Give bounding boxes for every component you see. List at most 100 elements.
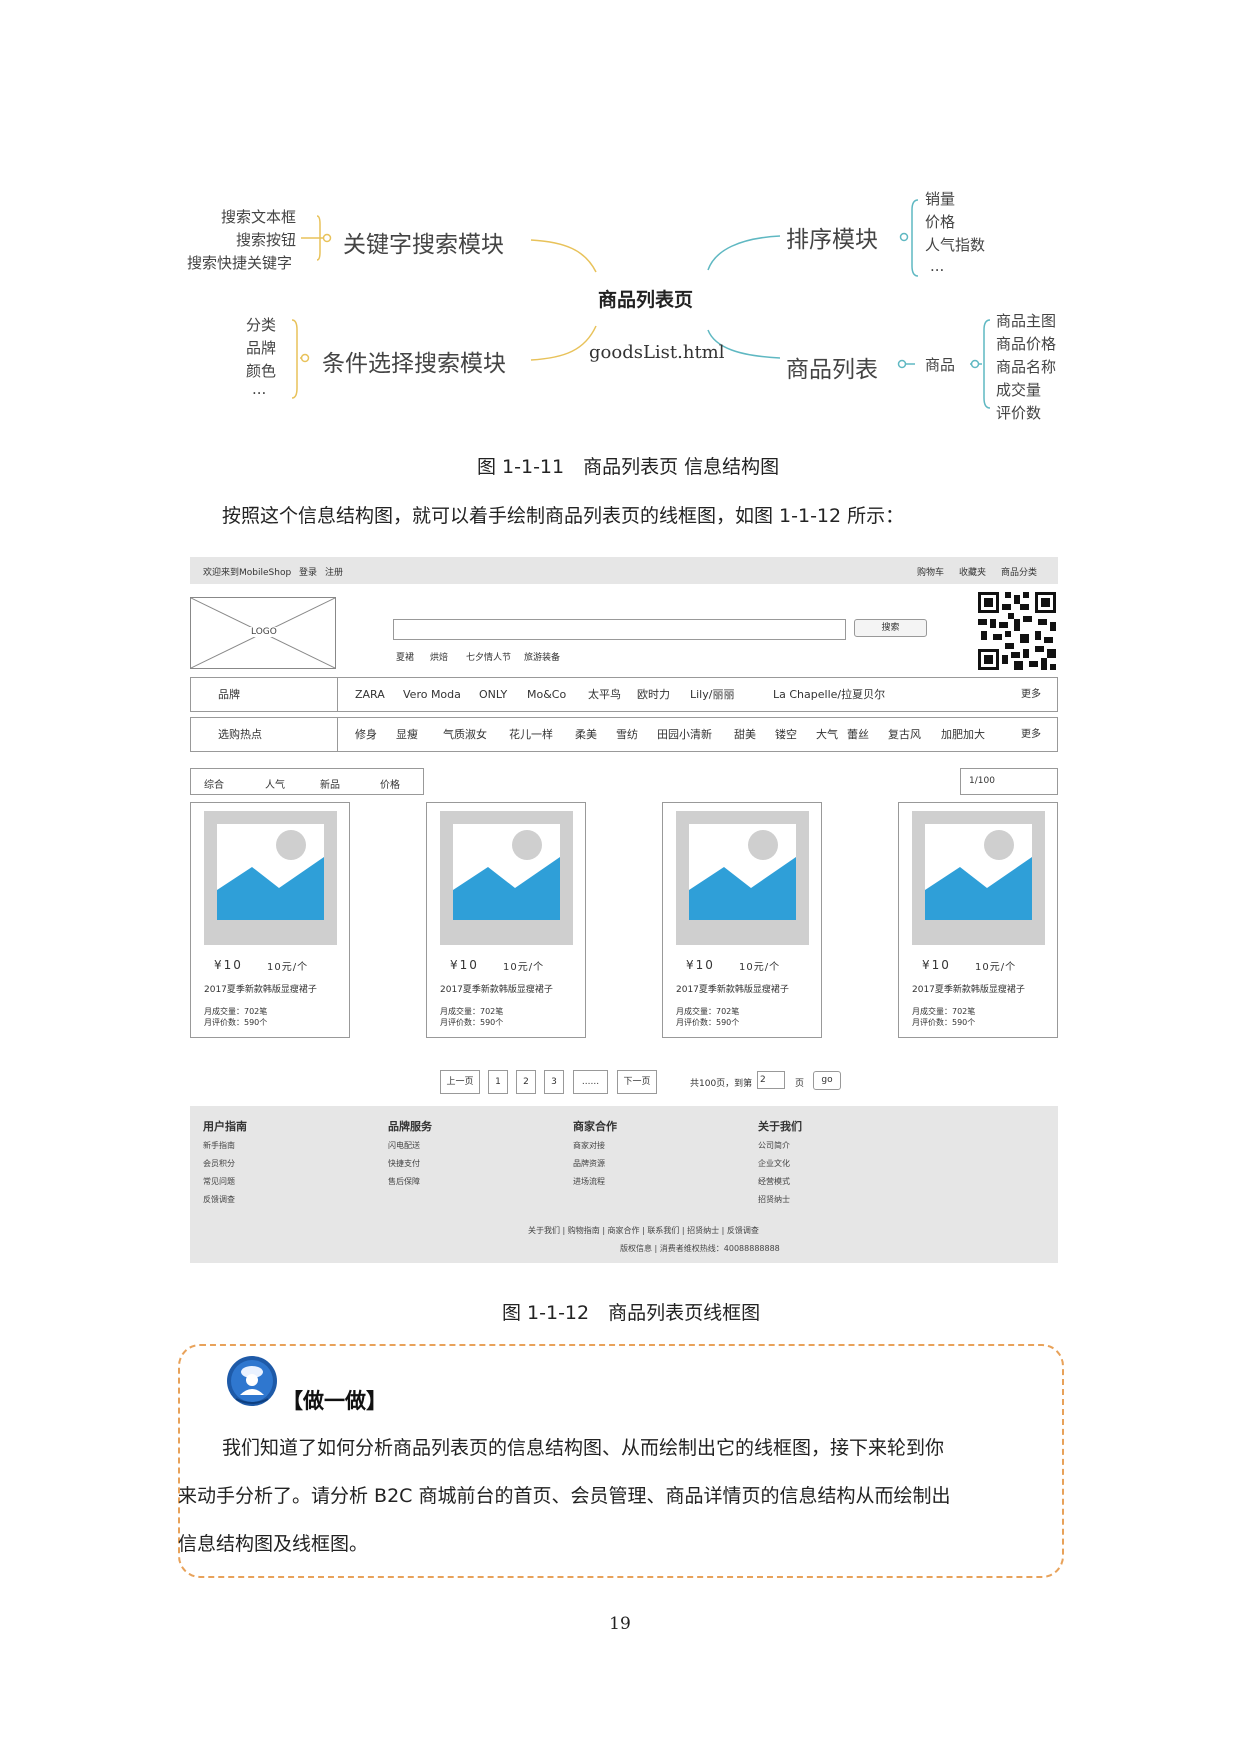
footer-link[interactable]: 经营模式 — [758, 1176, 802, 1194]
footer-links-line[interactable]: 关于我们 | 购物指南 | 商家合作 | 联系我们 | 招贤纳士 | 反馈调查 — [528, 1225, 759, 1236]
product-card[interactable]: ¥10 10元/个 2017夏季新款韩版显瘦裙子 月成交量：702笔 月评价数：… — [426, 802, 586, 1038]
footer-link[interactable]: 公司简介 — [758, 1140, 802, 1158]
sort-option[interactable]: 人气 — [265, 776, 285, 791]
product-title[interactable]: 2017夏季新款韩版显瘦裙子 — [676, 982, 789, 995]
product-price: ¥10 — [214, 958, 243, 972]
product-card[interactable]: ¥10 10元/个 2017夏季新款韩版显瘦裙子 月成交量：702笔 月评价数：… — [190, 802, 350, 1038]
brand-option[interactable]: 太平鸟 — [588, 678, 621, 711]
product-title[interactable]: 2017夏季新款韩版显瘦裙子 — [440, 982, 553, 995]
brand-option[interactable]: Mo&Co — [527, 678, 566, 711]
hot-more-link[interactable]: 更多 — [1021, 718, 1041, 751]
sort-option[interactable]: 价格 — [380, 776, 400, 791]
hot-option[interactable]: 气质淑女 — [443, 718, 487, 751]
qr-code-icon — [978, 592, 1056, 670]
prev-page-button[interactable]: 上一页 — [440, 1070, 480, 1094]
product-price: ¥10 — [686, 958, 715, 972]
mindmap-leaf: ... — [930, 257, 945, 275]
logo-text: LOGO — [249, 627, 279, 637]
footer-link[interactable]: 新手指南 — [203, 1140, 247, 1158]
page-button[interactable]: 2 — [516, 1070, 536, 1094]
footer-column: 品牌服务 闪电配送 快捷支付 售后保障 — [388, 1118, 432, 1194]
hot-option[interactable]: 甜美 — [734, 718, 756, 751]
product-title[interactable]: 2017夏季新款韩版显瘦裙子 — [204, 982, 317, 995]
hot-keyword[interactable]: 七夕情人节 — [466, 650, 511, 663]
hot-option[interactable]: 田园小清新 — [657, 718, 712, 751]
product-sales: 月成交量：702笔 — [204, 1007, 268, 1016]
exercise-line: 信息结构图及线框图。 — [178, 1533, 369, 1555]
go-button[interactable]: go — [813, 1071, 841, 1090]
category-link[interactable]: 商品分类 — [1001, 565, 1037, 578]
mindmap-filename: goodsList.html — [589, 342, 725, 363]
product-sales: 月成交量：702笔 — [676, 1007, 740, 1016]
hot-option[interactable]: 大气 — [816, 718, 838, 751]
mindmap-leaf: 成交量 — [996, 381, 1042, 399]
hot-option[interactable]: 花儿一样 — [509, 718, 553, 751]
footer-column-title: 关于我们 — [758, 1120, 802, 1133]
footer-link[interactable]: 闪电配送 — [388, 1140, 432, 1158]
brand-option[interactable]: La Chapelle/拉夏贝尔 — [773, 678, 885, 711]
hot-option[interactable]: 柔美 — [575, 718, 597, 751]
footer-link[interactable]: 快捷支付 — [388, 1158, 432, 1176]
next-page-button[interactable]: 下一页 — [617, 1070, 657, 1094]
page-button[interactable]: 3 — [544, 1070, 564, 1094]
exercise-title: 【做一做】 — [282, 1389, 387, 1413]
figure-caption: 图 1-1-12 商品列表页线框图 — [502, 1302, 761, 1324]
footer-link[interactable]: 进场流程 — [573, 1176, 617, 1194]
top-bar: 欢迎来到MobileShop 登录 注册 购物车 收藏夹 商品分类 — [190, 557, 1058, 584]
register-link[interactable]: 注册 — [325, 565, 343, 578]
image-placeholder-icon — [453, 830, 560, 920]
mindmap-condition-module: 条件选择搜索模块 — [322, 351, 506, 377]
brand-more-link[interactable]: 更多 — [1021, 678, 1041, 711]
hot-option[interactable]: 蕾丝 — [847, 718, 869, 751]
product-card[interactable]: ¥10 10元/个 2017夏季新款韩版显瘦裙子 月成交量：702笔 月评价数：… — [898, 802, 1058, 1038]
product-unit-price: 10元/个 — [739, 962, 781, 973]
hot-keyword[interactable]: 旅游装备 — [524, 650, 560, 663]
brand-option[interactable]: ZARA — [355, 678, 385, 711]
footer-column-title: 品牌服务 — [388, 1120, 432, 1133]
mindmap-leaf: 价格 — [925, 213, 956, 231]
footer-link[interactable]: 品牌资源 — [573, 1158, 617, 1176]
product-price: ¥10 — [922, 958, 951, 972]
footer-link[interactable]: 会员积分 — [203, 1158, 247, 1176]
hot-keyword[interactable]: 烘焙 — [430, 650, 448, 663]
hot-option[interactable]: 加肥加大 — [941, 718, 985, 751]
footer-link[interactable]: 招贤纳士 — [758, 1194, 802, 1212]
hot-option[interactable]: 雪纺 — [616, 718, 638, 751]
product-reviews: 月评价数：590个 — [676, 1018, 740, 1027]
mindmap-leaf: 商品名称 — [996, 358, 1057, 376]
brand-option[interactable]: Vero Moda — [403, 678, 461, 711]
product-price: ¥10 — [450, 958, 479, 972]
brand-option[interactable]: Lily/丽丽 — [690, 678, 734, 711]
footer-link[interactable]: 售后保障 — [388, 1176, 432, 1194]
search-input[interactable] — [393, 619, 846, 640]
brand-option[interactable]: 欧时力 — [637, 678, 670, 711]
sort-option[interactable]: 新品 — [320, 776, 340, 791]
cart-link[interactable]: 购物车 — [917, 565, 944, 578]
mindmap-leaf: 颜色 — [246, 362, 277, 380]
footer-link[interactable]: 反馈调查 — [203, 1194, 247, 1212]
hot-option[interactable]: 显瘦 — [396, 718, 418, 751]
brand-option[interactable]: ONLY — [479, 678, 507, 711]
hot-filter-label: 选购热点 — [191, 718, 338, 751]
goto-page-input[interactable]: 2 — [757, 1071, 785, 1089]
mindmap-leaf: ... — [252, 380, 267, 398]
product-title[interactable]: 2017夏季新款韩版显瘦裙子 — [912, 982, 1025, 995]
footer-link[interactable]: 常见问题 — [203, 1176, 247, 1194]
hot-option[interactable]: 修身 — [355, 718, 377, 751]
favorites-link[interactable]: 收藏夹 — [959, 565, 986, 578]
product-unit-price: 10元/个 — [267, 962, 309, 973]
hot-option[interactable]: 复古风 — [888, 718, 921, 751]
logo[interactable]: LOGO — [190, 597, 336, 669]
hot-option[interactable]: 镂空 — [775, 718, 797, 751]
search-button[interactable]: 搜索 — [854, 619, 927, 637]
footer-column: 用户指南 新手指南 会员积分 常见问题 反馈调查 — [203, 1118, 247, 1212]
login-link[interactable]: 登录 — [299, 565, 317, 578]
hot-keyword[interactable]: 夏裙 — [396, 650, 414, 663]
product-card[interactable]: ¥10 10元/个 2017夏季新款韩版显瘦裙子 月成交量：702笔 月评价数：… — [662, 802, 822, 1038]
sort-option[interactable]: 综合 — [204, 776, 224, 791]
brand-filter-label: 品牌 — [191, 678, 338, 711]
page-button[interactable]: 1 — [488, 1070, 508, 1094]
footer-link[interactable]: 企业文化 — [758, 1158, 802, 1176]
footer-link[interactable]: 商家对接 — [573, 1140, 617, 1158]
product-reviews: 月评价数：590个 — [440, 1018, 504, 1027]
